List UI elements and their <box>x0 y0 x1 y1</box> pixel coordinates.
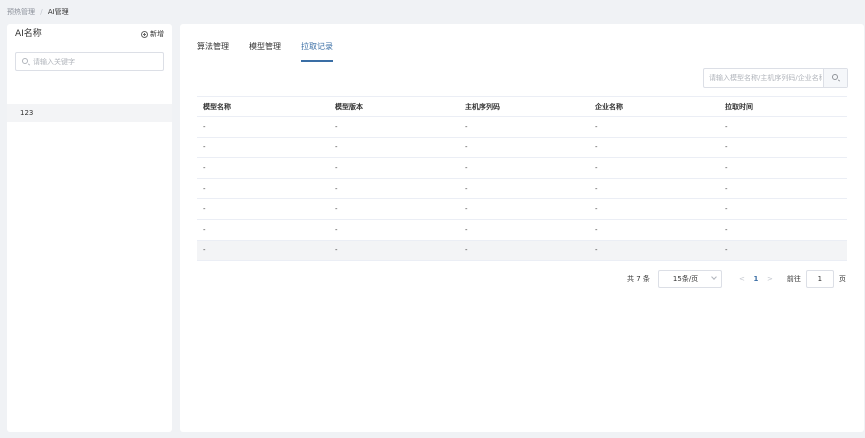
table-cell: - <box>595 205 598 214</box>
add-ai-label: 新增 <box>150 30 164 38</box>
table-cell: - <box>465 143 468 152</box>
table-cell: - <box>465 184 468 193</box>
table-cell: - <box>725 225 728 234</box>
search-icon <box>832 74 838 80</box>
table-header: 模型名称 模型版本 主机序列码 企业名称 拉取时间 <box>197 96 847 117</box>
record-filter <box>703 68 848 88</box>
table-cell: - <box>203 122 206 131</box>
table-cell: - <box>725 163 728 172</box>
goto-page-input[interactable] <box>805 270 834 288</box>
tab-algorithm-management[interactable]: 算法管理 <box>197 40 229 62</box>
table-cell: - <box>335 122 338 131</box>
table-cell: - <box>335 143 338 152</box>
table-row: - - - - - <box>197 240 847 262</box>
table-cell: - <box>595 163 598 172</box>
table-cell: - <box>595 184 598 193</box>
breadcrumb-current: AI管理 <box>47 8 69 16</box>
table-row: - - - - - <box>197 117 847 138</box>
ai-list-item[interactable]: 123 <box>7 104 172 122</box>
breadcrumb-parent-link[interactable]: 预热管理 <box>7 8 35 16</box>
table-cell: - <box>465 205 468 214</box>
column-header: 模型名称 <box>203 102 231 111</box>
table-cell: - <box>203 246 206 255</box>
add-ai-button[interactable]: 新增 <box>141 29 164 39</box>
next-page-button[interactable]: > <box>763 275 777 283</box>
main-panel: 算法管理 模型管理 拉取记录 模型名称 模型版本 主机序列码 企业名称 拉取时间… <box>180 24 864 432</box>
table-row: - - - - - <box>197 220 847 241</box>
table-cell: - <box>465 122 468 131</box>
ai-search-box <box>15 52 164 71</box>
table-cell: - <box>335 225 338 234</box>
tab-bar: 算法管理 模型管理 拉取记录 <box>197 40 353 62</box>
tab-model-management[interactable]: 模型管理 <box>249 40 281 62</box>
table-cell: - <box>335 184 338 193</box>
table-cell: - <box>203 143 206 152</box>
pagination: 共 7 条 15条/页 < 1 > 前往 页 <box>627 270 846 288</box>
table-cell: - <box>203 205 206 214</box>
table-cell: - <box>595 143 598 152</box>
ai-list-title: AI名称 <box>15 29 42 39</box>
column-header: 企业名称 <box>595 102 623 111</box>
chevron-down-icon <box>711 274 717 280</box>
table-row: - - - - - <box>197 199 847 220</box>
table-row: - - - - - <box>197 158 847 179</box>
table-cell: - <box>335 246 338 255</box>
table-cell: - <box>203 163 206 172</box>
table-cell: - <box>465 225 468 234</box>
table-cell: - <box>595 246 598 255</box>
tab-pull-records[interactable]: 拉取记录 <box>301 40 333 62</box>
column-header: 模型版本 <box>335 102 363 111</box>
table-cell: - <box>595 225 598 234</box>
table-cell: - <box>725 246 728 255</box>
ai-search-input[interactable] <box>33 53 161 70</box>
search-icon <box>22 58 28 64</box>
page-number-button[interactable]: 1 <box>749 275 763 283</box>
table-cell: - <box>725 143 728 152</box>
table-cell: - <box>595 122 598 131</box>
breadcrumb-separator: / <box>40 8 43 16</box>
ai-list-header: AI名称 新增 <box>7 24 172 44</box>
pull-records-table: 模型名称 模型版本 主机序列码 企业名称 拉取时间 - - - - - - - … <box>197 96 847 262</box>
table-cell: - <box>725 205 728 214</box>
prev-page-button[interactable]: < <box>735 275 749 283</box>
page-suffix: 页 <box>838 275 846 283</box>
goto-label: 前往 <box>786 275 801 283</box>
table-cell: - <box>335 205 338 214</box>
record-search-button[interactable] <box>823 69 847 87</box>
breadcrumb: 预热管理 / AI管理 <box>7 7 69 17</box>
ai-list: 123 <box>7 104 172 122</box>
page-size-value: 15条/页 <box>672 275 699 283</box>
table-cell: - <box>725 184 728 193</box>
plus-circle-icon <box>141 30 148 38</box>
table-cell: - <box>203 225 206 234</box>
table-cell: - <box>335 163 338 172</box>
table-row: - - - - - <box>197 138 847 159</box>
column-header: 主机序列码 <box>465 102 500 111</box>
table-row: - - - - - <box>197 179 847 200</box>
ai-list-panel: AI名称 新增 123 <box>7 24 172 432</box>
column-header: 拉取时间 <box>725 102 753 111</box>
page-size-select[interactable]: 15条/页 <box>657 270 722 288</box>
record-search-input[interactable] <box>709 69 822 87</box>
table-cell: - <box>465 163 468 172</box>
table-cell: - <box>203 184 206 193</box>
table-cell: - <box>465 246 468 255</box>
table-cell: - <box>725 122 728 131</box>
pagination-total: 共 7 条 <box>627 275 650 283</box>
